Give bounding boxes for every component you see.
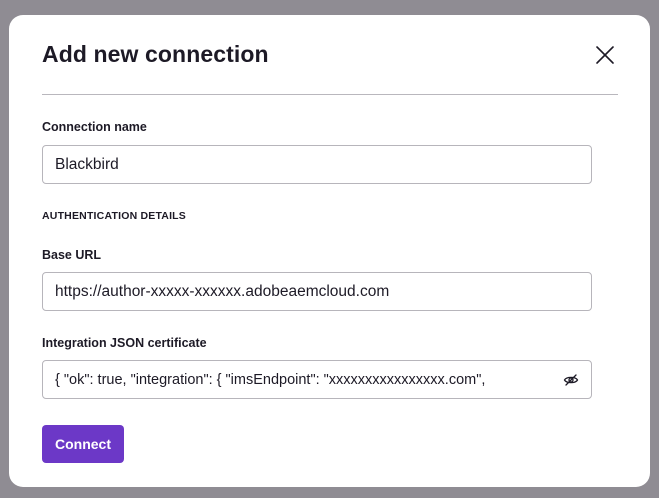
eye-off-icon [563,373,579,386]
add-connection-dialog: Add new connection Connection name Black… [9,15,650,487]
connection-name-input[interactable]: Blackbird [42,145,592,184]
connection-name-value: Blackbird [55,155,119,173]
integration-json-label: Integration JSON certificate [42,336,207,350]
toggle-visibility-button[interactable] [563,372,579,388]
connection-name-label: Connection name [42,120,147,134]
dialog-title: Add new connection [42,41,269,67]
close-button[interactable] [593,43,617,67]
header-divider [42,94,618,95]
integration-json-input[interactable]: { "ok": true, "integration": { "imsEndpo… [42,360,592,399]
base-url-label: Base URL [42,248,102,262]
close-icon [596,46,614,64]
integration-json-value: { "ok": true, "integration": { "imsEndpo… [55,371,486,388]
base-url-input[interactable]: https://author-xxxxx-xxxxxx.adobeaemclou… [42,272,592,311]
authentication-details-heading: AUTHENTICATION DETAILS [42,210,187,222]
base-url-value: https://author-xxxxx-xxxxxx.adobeaemclou… [55,282,390,300]
connect-button[interactable]: Connect [42,425,124,463]
